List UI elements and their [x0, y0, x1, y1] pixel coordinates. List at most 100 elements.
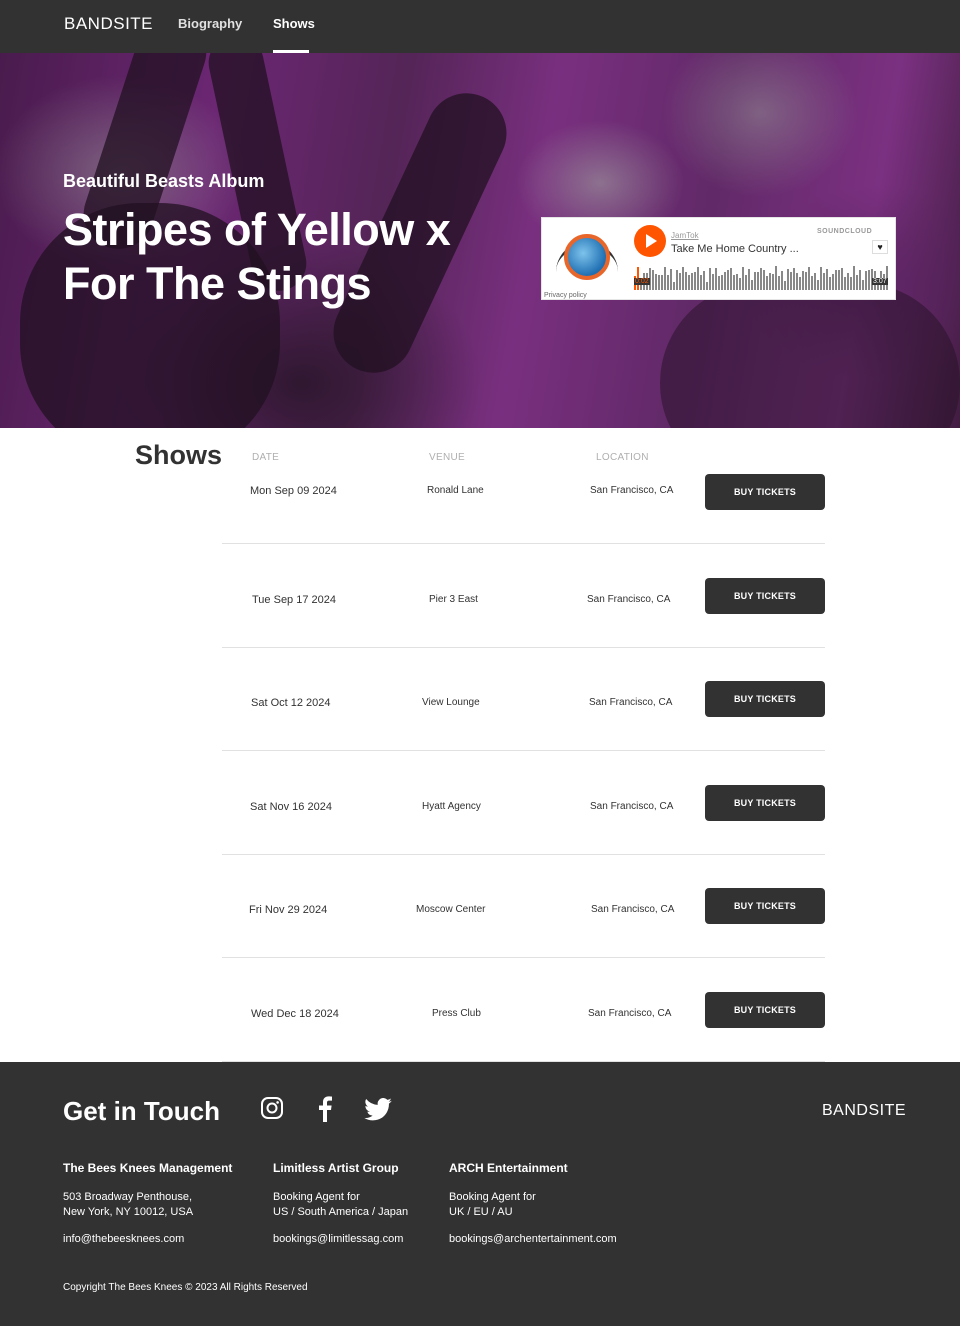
waveform-bar — [694, 272, 696, 290]
waveform-bar — [736, 274, 738, 290]
waveform-bar — [709, 268, 711, 290]
show-location: San Francisco, CA — [591, 904, 675, 915]
nav-link-shows[interactable]: Shows — [273, 16, 315, 31]
brand-logo[interactable]: BANDSITE — [64, 14, 153, 34]
waveform-bar — [835, 270, 837, 290]
waveform-bar — [739, 278, 741, 290]
instagram-icon[interactable] — [260, 1096, 284, 1125]
show-location: San Francisco, CA — [590, 801, 674, 812]
waveform-bar — [838, 270, 840, 290]
show-row: Wed Dec 18 2024 Press Club San Francisco, … — [222, 958, 825, 1062]
waveform-bar — [853, 266, 855, 290]
show-date: Tue Sep 17 2024 — [252, 594, 336, 606]
waveform-bar — [778, 276, 780, 290]
waveform-bar — [784, 281, 786, 290]
track-title[interactable]: Take Me Home Country ... — [671, 243, 799, 255]
waveform-bar — [676, 270, 678, 290]
waveform-bar — [733, 275, 735, 290]
buy-tickets-button[interactable]: BUY TICKETS — [705, 992, 825, 1028]
waveform-bar — [802, 271, 804, 290]
waveform-bar — [697, 267, 699, 290]
contact-address-line: Booking Agent for — [449, 1191, 536, 1203]
track-artwork — [546, 222, 628, 296]
waveform-bar — [703, 271, 705, 290]
show-location: San Francisco, CA — [588, 1008, 672, 1019]
show-row: Fri Nov 29 2024 Moscow Center San Francisc… — [222, 854, 825, 958]
contact-email-link[interactable]: info@thebeesknees.com — [63, 1232, 184, 1247]
heart-icon[interactable]: ♥ — [872, 240, 888, 254]
waveform[interactable] — [634, 266, 890, 290]
waveform-bar — [799, 277, 801, 290]
footer: Get in Touch BANDSITE The Bees Knees Man… — [0, 1062, 960, 1326]
waveform-bar — [664, 267, 666, 290]
waveform-bar — [841, 268, 843, 290]
buy-tickets-button[interactable]: BUY TICKETS — [705, 578, 825, 614]
waveform-bar — [661, 275, 663, 290]
waveform-bar — [724, 272, 726, 290]
show-venue: Moscow Center — [416, 904, 486, 915]
track-user-link[interactable]: JamTok — [671, 231, 699, 240]
show-venue: View Lounge — [422, 697, 480, 708]
contact-email-link[interactable]: bookings@limitlessag.com — [273, 1232, 403, 1247]
waveform-bar — [721, 275, 723, 290]
soundcloud-player[interactable]: Privacy policy JamTok Take Me Home Count… — [541, 217, 896, 300]
hero-title: Stripes of Yellow x For The Stings — [63, 204, 451, 309]
waveform-bar — [691, 273, 693, 290]
shows-heading: Shows — [135, 440, 223, 470]
show-date: Mon Sep 09 2024 — [250, 485, 337, 497]
waveform-bar — [769, 273, 771, 290]
waveform-bar — [688, 275, 690, 290]
buy-tickets-button[interactable]: BUY TICKETS — [705, 785, 825, 821]
show-date: Wed Dec 18 2024 — [251, 1008, 339, 1020]
show-date: Fri Nov 29 2024 — [249, 904, 328, 916]
buy-tickets-button[interactable]: BUY TICKETS — [705, 888, 825, 924]
show-venue: Press Club — [432, 1008, 481, 1019]
play-icon[interactable] — [634, 225, 666, 257]
waveform-bar — [796, 273, 798, 290]
waveform-bar — [775, 266, 777, 290]
show-row: Mon Sep 09 2024 Ronald Lane San Francisco,… — [222, 440, 825, 544]
facebook-icon[interactable] — [314, 1096, 334, 1127]
buy-tickets-button[interactable]: BUY TICKETS — [705, 681, 825, 717]
waveform-bar — [757, 272, 759, 290]
waveform-bar — [760, 268, 762, 290]
waveform-bar — [790, 272, 792, 290]
waveform-bar — [811, 276, 813, 290]
contact-address-line: Booking Agent for — [273, 1191, 360, 1203]
twitter-icon[interactable] — [364, 1097, 392, 1126]
soundcloud-logo[interactable]: SOUNDCLOUD — [817, 228, 872, 235]
waveform-bar — [706, 282, 708, 290]
contact-name: The Bees Knees Management — [63, 1161, 233, 1175]
contact-address-line: US / South America / Japan — [273, 1206, 409, 1218]
contact-email-link[interactable]: bookings@archentertainment.com — [449, 1232, 617, 1247]
waveform-bar — [793, 268, 795, 290]
waveform-bar — [766, 276, 768, 290]
top-nav: BANDSITE Biography Shows — [0, 0, 960, 53]
waveform-bar — [658, 275, 660, 290]
waveform-bar — [808, 267, 810, 290]
waveform-bar — [652, 270, 654, 290]
nav-link-biography[interactable]: Biography — [178, 16, 242, 31]
album-subtitle: Beautiful Beasts Album — [63, 171, 265, 191]
waveform-bar — [727, 270, 729, 290]
waveform-bar — [844, 277, 846, 290]
footer-brand-logo[interactable]: BANDSITE — [822, 1102, 906, 1120]
privacy-policy-link[interactable]: Privacy policy — [544, 292, 587, 299]
waveform-bar — [742, 267, 744, 290]
waveform-bar — [829, 277, 831, 290]
waveform-bar — [820, 267, 822, 290]
waveform-bar — [745, 275, 747, 290]
waveform-bar — [817, 280, 819, 290]
hero-banner: Beautiful Beasts Album Stripes of Yellow… — [0, 53, 960, 428]
waveform-bar — [859, 270, 861, 290]
show-row: Sat Oct 12 2024 View Lounge San Francisco,… — [222, 647, 825, 751]
waveform-bar — [805, 272, 807, 290]
waveform-bar — [781, 271, 783, 290]
buy-tickets-button[interactable]: BUY TICKETS — [705, 474, 825, 510]
copyright-text: Copyright The Bees Knees © 2023 All Righ… — [63, 1282, 308, 1293]
waveform-bar — [868, 270, 870, 290]
waveform-bar — [670, 269, 672, 290]
waveform-bar — [655, 274, 657, 290]
waveform-bar — [814, 273, 816, 290]
waveform-bar — [748, 269, 750, 290]
